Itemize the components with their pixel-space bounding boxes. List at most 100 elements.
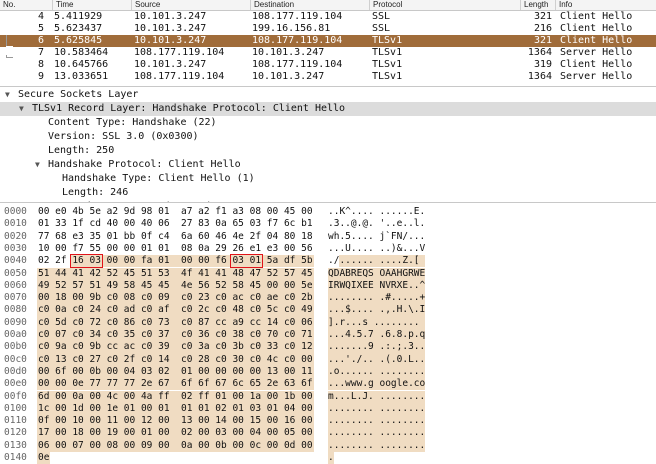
column-info[interactable]: Info xyxy=(555,0,656,10)
byte-ascii[interactable]: ...'./.. .(.0.L.. xyxy=(328,354,425,366)
bytes-row[interactable]: 0130 06 00 07 00 08 00 09 00 0a 00 0b 00 … xyxy=(0,440,656,452)
byte-hex[interactable]: 49 52 57 51 49 58 45 45 4e 56 52 58 45 0… xyxy=(38,280,328,292)
detail-row[interactable]: ▼ Secure Sockets Layer xyxy=(0,88,656,102)
packet-details-tree: ▼ Secure Sockets Layer ▼ TLSv1 Record Layer… xyxy=(0,88,656,202)
byte-ascii[interactable]: ...4.5.7 .6.8.p.q xyxy=(328,329,425,341)
byte-ascii[interactable]: .o...... ........ xyxy=(328,366,425,378)
column-source[interactable]: Source xyxy=(131,0,253,10)
byte-ascii[interactable]: QDABREQS OAAHGRWE xyxy=(328,268,425,280)
byte-hex[interactable]: 77 68 e3 35 01 bb 0f c4 6a 60 46 4e 2f 0… xyxy=(38,231,328,243)
byte-hex[interactable]: 06 00 07 00 08 00 09 00 0a 00 0b 00 0c 0… xyxy=(38,440,328,452)
byte-ascii[interactable]: ........ ........ xyxy=(328,440,425,452)
packet-length: 321 xyxy=(533,35,552,46)
bytes-row[interactable]: 0020 77 68 e3 35 01 bb 0f c4 6a 60 46 4e … xyxy=(0,231,656,243)
packet-info: Client Hello xyxy=(560,11,633,22)
expand-triangle-icon[interactable]: ▼ xyxy=(19,102,24,116)
byte-ascii[interactable]: .3..@.@. '..e..l. xyxy=(328,218,425,230)
packet-row[interactable]: 8 10.645766 10.101.3.247 108.177.119.104 TLS… xyxy=(0,59,656,71)
byte-ascii[interactable]: ........ ........ xyxy=(328,403,425,415)
packet-destination: 108.177.119.104 xyxy=(252,59,343,70)
bytes-row[interactable]: 00d0 00 6f 00 0b 00 04 03 02 01 00 00 00 … xyxy=(0,366,656,378)
detail-row[interactable]: Length: 246 xyxy=(0,186,656,200)
byte-offset: 0100 xyxy=(4,402,27,414)
byte-ascii[interactable]: ........ ........ xyxy=(328,427,425,439)
bytes-row[interactable]: 0100 1c 00 1d 00 1e 01 00 01 01 01 02 01 … xyxy=(0,403,656,415)
column-protocol[interactable]: Protocol xyxy=(369,0,523,10)
byte-ascii[interactable]: IRWQIXEE NVRXE..^ xyxy=(328,280,425,292)
packet-length: 319 xyxy=(533,59,552,70)
packet-protocol: TLSv1 xyxy=(372,59,403,70)
packet-row[interactable]: 6 5.625845 10.101.3.247 108.177.119.104 TLSv… xyxy=(0,35,656,47)
bytes-row[interactable]: 0090 c0 5d c0 72 c0 86 c0 73 c0 87 cc a9 … xyxy=(0,317,656,329)
expand-triangle-icon[interactable]: ▼ xyxy=(5,88,10,102)
bytes-row[interactable]: 00b0 c0 9a c0 9b cc ac c0 39 c0 3a c0 3b … xyxy=(0,341,656,353)
byte-ascii[interactable]: . xyxy=(328,452,404,464)
detail-row[interactable]: Version: SSL 3.0 (0x0300) xyxy=(0,130,656,144)
pane-divider[interactable] xyxy=(0,86,656,87)
column-time[interactable]: Time xyxy=(52,0,134,10)
byte-offset: 0080 xyxy=(4,304,27,316)
bytes-row[interactable]: 0080 c0 0a c0 24 c0 ad c0 af c0 2c c0 48 … xyxy=(0,304,656,316)
byte-ascii[interactable]: ........ .#.....+ xyxy=(328,292,425,304)
column-no[interactable]: No. xyxy=(0,0,53,10)
byte-hex[interactable]: c0 9a c0 9b cc ac c0 39 c0 3a c0 3b c0 3… xyxy=(38,341,328,353)
byte-hex[interactable]: c0 5d c0 72 c0 86 c0 73 c0 87 cc a9 cc 1… xyxy=(38,317,328,329)
byte-ascii[interactable]: m...L.J. ........ xyxy=(328,391,425,403)
bytes-row[interactable]: 0120 17 00 18 00 19 00 01 00 02 00 03 00 … xyxy=(0,427,656,439)
bytes-row[interactable]: 0110 0f 00 10 00 11 00 12 00 13 00 14 00 … xyxy=(0,415,656,427)
detail-row[interactable]: ▼ Handshake Protocol: Client Hello xyxy=(0,158,656,172)
packet-info: Server Hello xyxy=(560,47,633,58)
expand-triangle-icon[interactable]: ▼ xyxy=(35,158,40,172)
bytes-row[interactable]: 0010 01 33 1f cd 40 00 40 06 27 83 0a 65 … xyxy=(0,218,656,230)
detail-row[interactable]: Handshake Type: Client Hello (1) xyxy=(0,172,656,186)
bytes-row[interactable]: 0000 00 e0 4b 5e a2 9d 98 01 a7 a2 f1 a3 … xyxy=(0,206,656,218)
byte-hex[interactable]: 00 00 0e 77 77 77 2e 67 6f 6f 67 6c 65 2… xyxy=(38,378,328,390)
byte-offset: 00f0 xyxy=(4,390,27,402)
byte-hex[interactable]: 01 33 1f cd 40 00 40 06 27 83 0a 65 03 f… xyxy=(38,218,328,230)
byte-hex[interactable]: c0 07 c0 34 c0 35 c0 37 c0 36 c0 38 c0 7… xyxy=(38,329,328,341)
bytes-row[interactable]: 00c0 c0 13 c0 27 c0 2f c0 14 c0 28 c0 30 … xyxy=(0,354,656,366)
bytes-row[interactable]: 00a0 c0 07 c0 34 c0 35 c0 37 c0 36 c0 38 … xyxy=(0,329,656,341)
byte-hex[interactable]: 6d 00 0a 00 4c 00 4a ff 02 ff 01 00 1a 0… xyxy=(38,391,328,403)
byte-hex[interactable]: 0e xyxy=(38,452,328,464)
byte-hex[interactable]: 17 00 18 00 19 00 01 00 02 00 03 00 04 0… xyxy=(38,427,328,439)
detail-row[interactable]: Content Type: Handshake (22) xyxy=(0,116,656,130)
byte-ascii[interactable]: .......9 .:.;.3.. xyxy=(328,341,425,353)
bytes-row[interactable]: 0070 00 18 00 9b c0 08 c0 09 c0 23 c0 ac … xyxy=(0,292,656,304)
conversation-bracket-selected xyxy=(6,46,13,55)
byte-hex[interactable]: 00 6f 00 0b 00 04 03 02 01 00 00 00 00 1… xyxy=(38,366,328,378)
byte-ascii[interactable]: wh.5.... j`FN/... xyxy=(328,231,425,243)
bytes-row[interactable]: 00e0 00 00 0e 77 77 77 2e 67 6f 6f 67 6c … xyxy=(0,378,656,390)
byte-hex[interactable]: c0 13 c0 27 c0 2f c0 14 c0 28 c0 30 c0 4… xyxy=(38,354,328,366)
byte-hex[interactable]: 0f 00 10 00 11 00 12 00 13 00 14 00 15 0… xyxy=(38,415,328,427)
byte-hex[interactable]: 00 e0 4b 5e a2 9d 98 01 a7 a2 f1 a3 08 0… xyxy=(38,206,328,218)
bytes-row[interactable]: 0140 0e. xyxy=(0,452,656,464)
bytes-row[interactable]: 00f0 6d 00 0a 00 4c 00 4a ff 02 ff 01 00 … xyxy=(0,391,656,403)
byte-ascii[interactable]: ........ ........ xyxy=(328,415,425,427)
column-length[interactable]: Length xyxy=(520,0,558,10)
packet-info: Client Hello xyxy=(560,59,633,70)
packet-no: 6 xyxy=(37,35,44,46)
byte-ascii[interactable]: ..K^.... ......E. xyxy=(328,206,425,218)
packet-length: 1364 xyxy=(527,71,552,82)
byte-hex[interactable]: 51 44 41 42 52 45 51 53 4f 41 41 48 47 5… xyxy=(38,268,328,280)
byte-ascii[interactable]: ...U.... ..)&...V xyxy=(328,243,425,255)
packet-row[interactable]: 4 5.411929 10.101.3.247 108.177.119.104 SSL 3… xyxy=(0,11,656,23)
byte-ascii[interactable]: ...$.... .,.H.\.I xyxy=(328,304,425,316)
detail-row[interactable]: ▼ TLSv1 Record Layer: Handshake Protocol:… xyxy=(0,102,656,116)
byte-ascii[interactable]: ./...... ....Z.[ xyxy=(328,255,420,267)
bytes-row[interactable]: 0050 51 44 41 42 52 45 51 53 4f 41 41 48 … xyxy=(0,268,656,280)
packet-row[interactable]: 5 5.623437 10.101.3.247 199.16.156.81 SSL 216… xyxy=(0,23,656,35)
byte-ascii[interactable]: ].r...s ........ xyxy=(328,317,420,329)
byte-offset: 0050 xyxy=(4,267,27,279)
column-destination[interactable]: Destination xyxy=(250,0,372,10)
byte-hex[interactable]: 1c 00 1d 00 1e 01 00 01 01 01 02 01 03 0… xyxy=(38,403,328,415)
detail-row[interactable]: Length: 250 xyxy=(0,144,656,158)
packet-row[interactable]: 7 10.583464 108.177.119.104 10.101.3.247 TLS… xyxy=(0,47,656,59)
byte-hex[interactable]: c0 0a c0 24 c0 ad c0 af c0 2c c0 48 c0 5… xyxy=(38,304,328,316)
byte-ascii[interactable]: ...www.g oogle.co xyxy=(328,378,425,390)
pane-divider[interactable] xyxy=(0,202,656,203)
bytes-row[interactable]: 0060 49 52 57 51 49 58 45 45 4e 56 52 58 … xyxy=(0,280,656,292)
byte-hex[interactable]: 00 18 00 9b c0 08 c0 09 c0 23 c0 ac c0 a… xyxy=(38,292,328,304)
packet-row[interactable]: 9 13.033651 108.177.119.104 10.101.3.247 TLS… xyxy=(0,71,656,83)
